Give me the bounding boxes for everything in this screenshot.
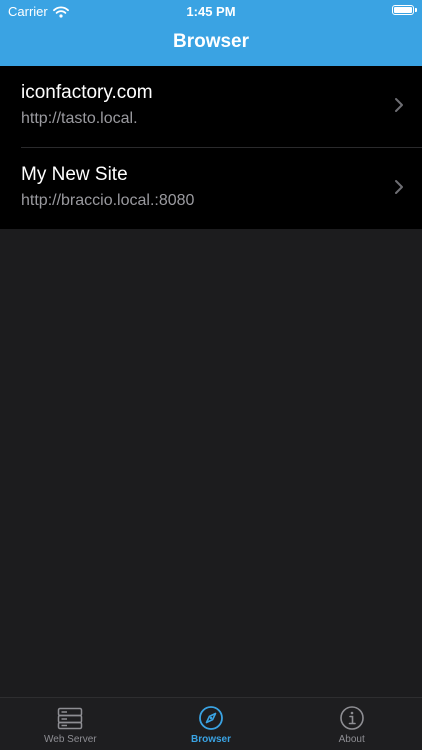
- battery-icon: [392, 5, 417, 15]
- site-row[interactable]: My New Site http://braccio.local.:8080: [0, 148, 422, 229]
- tab-browser[interactable]: Browser: [141, 698, 282, 750]
- site-url: http://tasto.local.: [21, 110, 138, 127]
- site-url: http://braccio.local.:8080: [21, 192, 195, 209]
- tab-about[interactable]: About: [281, 698, 422, 750]
- tab-web-server[interactable]: Web Server: [0, 698, 141, 750]
- compass-icon: [199, 706, 223, 730]
- site-name: My New Site: [21, 164, 128, 185]
- site-name: iconfactory.com: [21, 82, 153, 103]
- site-list: iconfactory.com http://tasto.local. My N…: [0, 66, 422, 229]
- status-bar: Carrier 1:45 PM: [0, 0, 422, 22]
- battery-nub: [415, 8, 417, 12]
- status-time: 1:45 PM: [186, 4, 236, 19]
- tab-label: Browser: [191, 734, 232, 745]
- battery-level: [394, 7, 412, 13]
- chevron-right-icon: [395, 98, 403, 112]
- tab-label: About: [338, 734, 365, 745]
- tab-label: Web Server: [44, 734, 97, 745]
- server-icon: [58, 707, 83, 730]
- page-title: Browser: [172, 31, 250, 52]
- info-icon: [339, 706, 364, 730]
- navigation-header: Carrier 1:45 PM Browser: [0, 0, 422, 66]
- tab-bar: Web Server Browser About: [0, 697, 422, 750]
- site-row[interactable]: iconfactory.com http://tasto.local.: [0, 66, 422, 147]
- app-screen: Carrier 1:45 PM Browser iconfactory.com …: [0, 0, 422, 750]
- chevron-right-icon: [395, 180, 403, 194]
